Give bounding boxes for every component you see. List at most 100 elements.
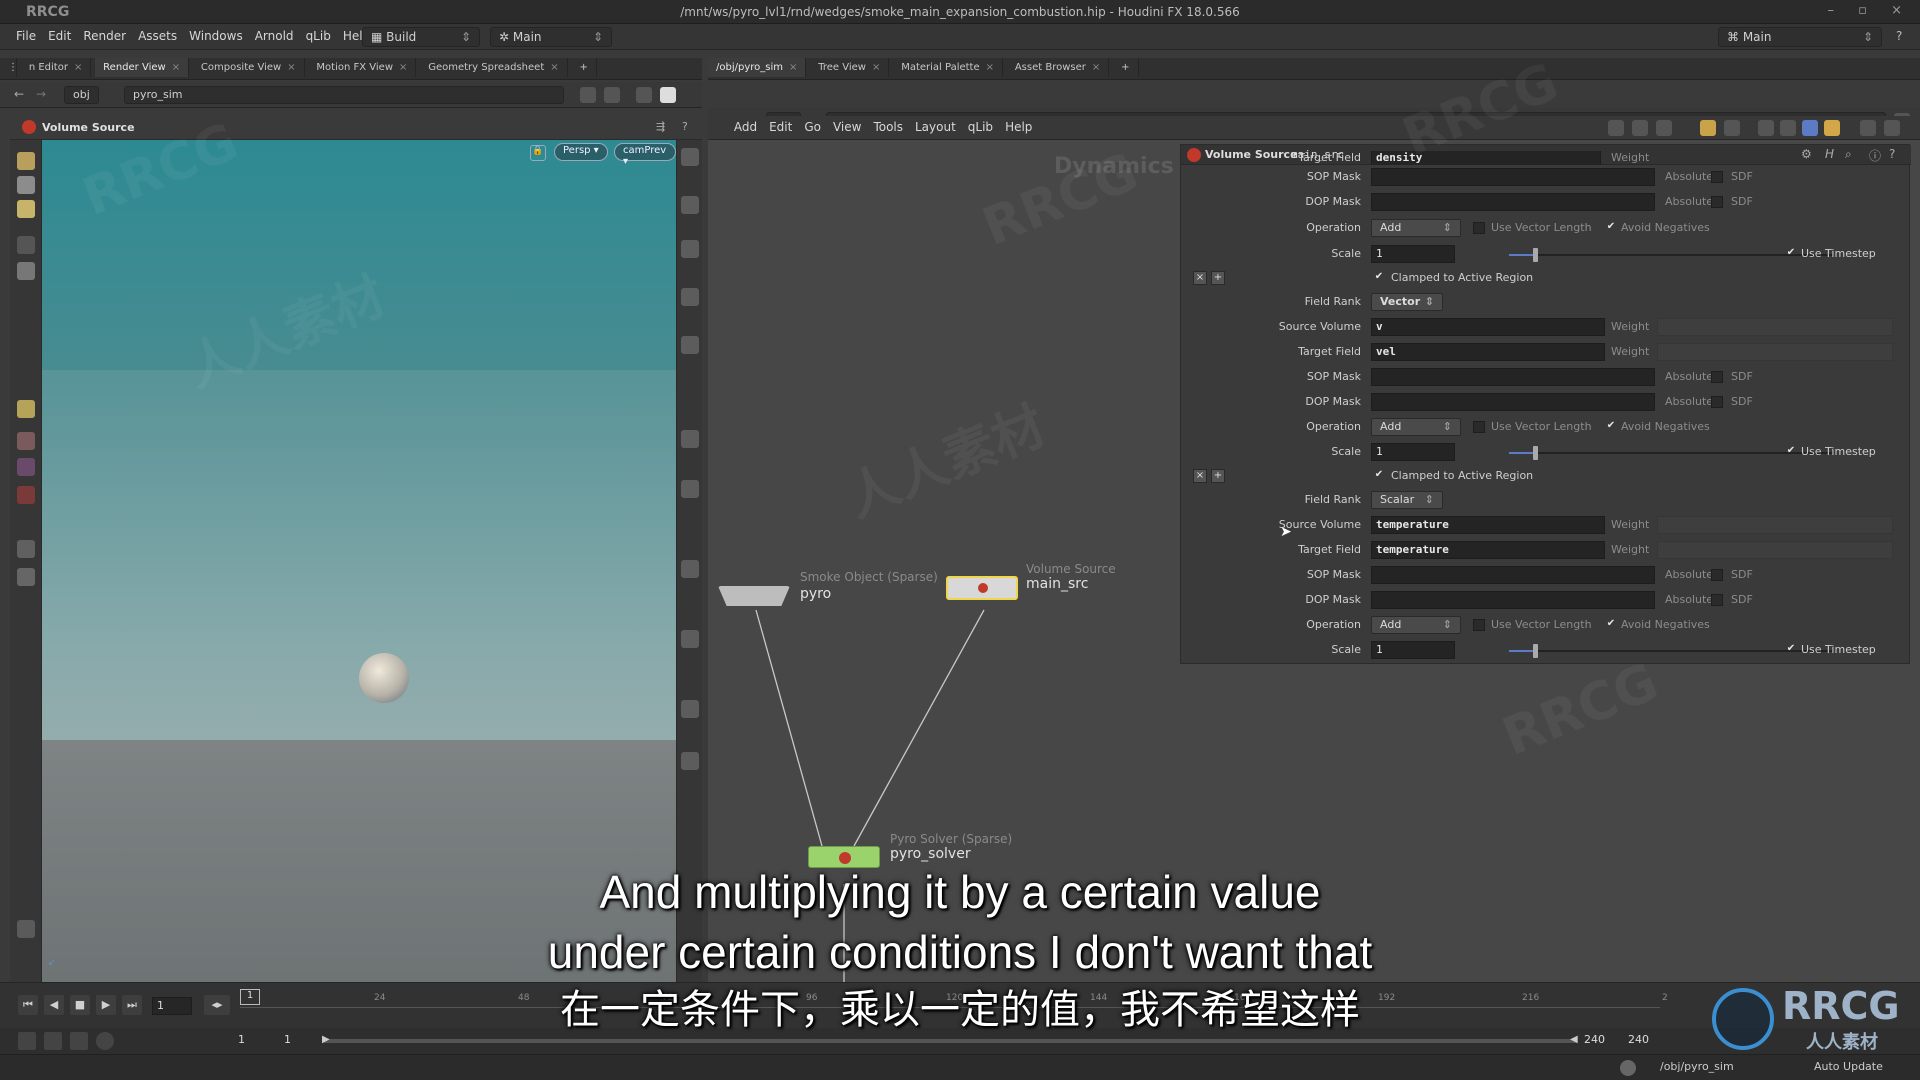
net-menu-go[interactable]: Go [798,116,827,138]
palette-icon[interactable] [1824,120,1840,136]
tab-geometry-spreadsheet[interactable]: Geometry Spreadsheet × [420,58,568,77]
add-tab-icon[interactable]: + [571,58,597,77]
absolute-sop-3-checkbox[interactable] [1711,569,1723,581]
light-tool-icon[interactable] [17,568,35,586]
scale-2-input[interactable]: 1 [1371,443,1455,461]
handle-tool-icon[interactable] [17,400,35,418]
pose-tool-icon[interactable] [17,152,35,170]
notes-icon[interactable] [1780,120,1796,136]
viewport-lock-icon[interactable]: 🔒 [530,145,546,161]
tree-icon[interactable] [1632,120,1648,136]
auto-update-button[interactable]: Auto Update [1814,1060,1883,1073]
normals-display-icon[interactable] [681,480,699,498]
visualize-icon[interactable] [681,560,699,578]
node-pyro[interactable] [718,586,790,606]
node-main-src-name[interactable]: main_src [1026,576,1088,592]
use-timestep-3-checkbox[interactable]: ✔ [1785,644,1797,656]
shading-icon[interactable] [681,240,699,258]
viewer-options-icon[interactable]: ⇶ [656,120,665,133]
desktop-right-dropdown[interactable]: ⌘ Main ⇕ [1718,27,1882,47]
tab-motion-fx-view[interactable]: Motion FX View × [308,58,417,77]
range-slider[interactable] [324,1039,1576,1043]
viewer-help-icon[interactable]: ? [682,120,688,133]
avoid-negatives-3-checkbox[interactable]: ✔ [1605,619,1617,631]
tab-tree-view[interactable]: Tree View × [810,58,890,77]
path-root[interactable]: obj [64,86,99,104]
menu-assets[interactable]: Assets [132,24,183,48]
tab-asset-browser[interactable]: Asset Browser × [1007,58,1110,77]
net-menu-add[interactable]: Add [728,116,763,138]
geometry-display-icon[interactable] [681,336,699,354]
operation-2-dropdown[interactable]: Add ⇕ [1371,418,1461,436]
absolute-dop-1-checkbox[interactable] [1711,196,1723,208]
source-volume-3-input[interactable]: temperature [1371,516,1605,534]
field-rank-3-dropdown[interactable]: Scalar ⇕ [1371,491,1443,509]
help-icon[interactable]: ? [1896,29,1902,43]
network-canvas[interactable]: Dynamics Smoke Object (Sparse) pyro Volu… [708,140,1920,982]
tab-composite-view[interactable]: Composite View × [193,58,305,77]
scale-1-input[interactable]: 1 [1371,245,1455,263]
node-pyro-name[interactable]: pyro [800,586,831,602]
select-arrow-icon[interactable] [17,236,35,254]
sop-mask-2-input[interactable] [1371,368,1655,386]
tab-network-editor[interactable]: n Editor × [21,58,92,77]
sop-mask-3-input[interactable] [1371,566,1655,584]
pane-menu-icon[interactable]: ⋮ [0,58,18,77]
magnet-tool-icon[interactable] [17,458,35,476]
scale-3-input[interactable]: 1 [1371,641,1455,659]
shelf-set-dropdown[interactable]: ▦ Build ⇕ [362,27,480,47]
net-menu-layout[interactable]: Layout [909,116,962,138]
list-icon[interactable] [1656,120,1672,136]
node-main-src[interactable] [946,576,1018,600]
layout-icon[interactable] [1758,120,1774,136]
path-leaf[interactable]: pyro_sim [124,86,564,104]
field-rank-2-dropdown[interactable]: Vector ⇕ [1371,293,1443,311]
back-arrow-icon[interactable]: ← [14,87,24,101]
sop-mask-1-input[interactable] [1371,168,1655,186]
clamped-2-checkbox[interactable]: ✔ [1373,470,1385,482]
use-timestep-2-checkbox[interactable]: ✔ [1785,446,1797,458]
avoid-negatives-1-checkbox[interactable]: ✔ [1605,222,1617,234]
absolute-sop-1-checkbox[interactable] [1711,171,1723,183]
operation-3-dropdown[interactable]: Add ⇕ [1371,616,1461,634]
use-vector-length-3-checkbox[interactable] [1473,619,1485,631]
menu-edit[interactable]: Edit [42,24,77,48]
camera-view-icon[interactable] [681,630,699,648]
desktop-dropdown[interactable]: ✲ Main ⇕ [490,27,612,47]
snapshot-icon[interactable] [636,87,652,103]
table-icon[interactable] [1724,120,1740,136]
use-vector-length-2-checkbox[interactable] [1473,421,1485,433]
status-path[interactable]: /obj/pyro_sim [1660,1060,1734,1073]
background-icon[interactable] [681,700,699,718]
wrench-icon[interactable] [1608,120,1624,136]
target-field-3-input[interactable]: temperature [1371,541,1605,559]
add-tab-icon-right[interactable]: + [1113,58,1139,77]
absolute-sop-2-checkbox[interactable] [1711,371,1723,383]
operation-1-dropdown[interactable]: Add ⇕ [1371,219,1461,237]
use-vector-length-1-checkbox[interactable] [1473,222,1485,234]
clamped-1-checkbox[interactable]: ✔ [1373,272,1385,284]
avoid-negatives-2-checkbox[interactable]: ✔ [1605,421,1617,433]
lock-camera-icon[interactable] [681,196,699,214]
remove-source-1-button[interactable]: × [1193,271,1207,285]
node-pyro-solver-name[interactable]: pyro_solver [890,846,971,862]
status-chat-icon[interactable] [1620,1060,1636,1076]
tab-render-view[interactable]: Render View × [95,58,190,77]
window-controls[interactable]: – ▫ × [1828,3,1912,18]
dop-mask-1-input[interactable] [1371,193,1655,211]
insert-source-2-button[interactable]: + [1211,469,1225,483]
dop-mask-3-input[interactable] [1371,591,1655,609]
transform-tool-icon[interactable] [17,432,35,450]
absolute-dop-2-checkbox[interactable] [1711,396,1723,408]
grid-icon[interactable] [1700,120,1716,136]
image-icon[interactable] [1802,120,1818,136]
forward-arrow-icon[interactable]: → [36,87,46,101]
link-icon[interactable] [604,87,620,103]
render-region-icon[interactable] [681,752,699,770]
search-icon[interactable] [1860,120,1876,136]
insert-source-1-button[interactable]: + [1211,271,1225,285]
network-toolbar-icons[interactable] [1608,120,1908,136]
target-field-2-input[interactable]: vel [1371,343,1605,361]
tab-obj-pyro-sim[interactable]: /obj/pyro_sim × [708,58,807,77]
scale-1-slider-handle[interactable] [1532,248,1538,262]
